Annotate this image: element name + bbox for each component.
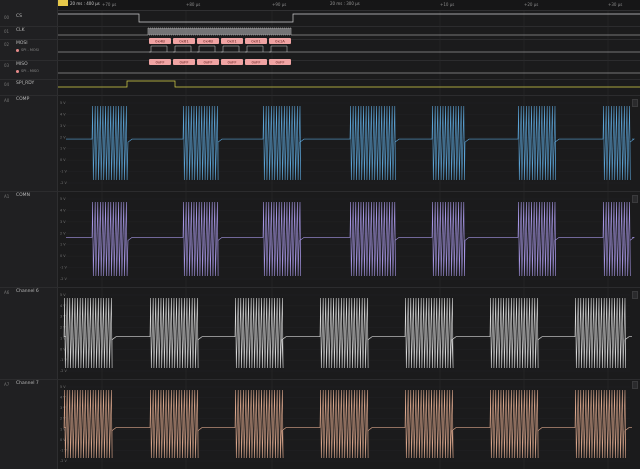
analog-scale-label: 4 V bbox=[60, 304, 66, 308]
mosi-byte-label: 0x61 bbox=[179, 39, 189, 44]
analog-scale-label: 3 V bbox=[60, 124, 66, 128]
cs-trace bbox=[58, 13, 640, 23]
comn-waveform bbox=[66, 201, 635, 277]
comp-waveform bbox=[66, 105, 635, 181]
mosi-byte-label: 0x4B bbox=[155, 39, 165, 44]
ch6-scale-button[interactable] bbox=[632, 291, 638, 299]
mosi-bit-pulse bbox=[149, 45, 168, 53]
analog-scale-label: 0 V bbox=[60, 158, 66, 162]
waveform-plot-area[interactable]: 0x4B 0x61 0x4B 0x01 0x01 0x1A 0xFF 0xFF 0xFF 0xFF… bbox=[0, 0, 640, 469]
mosi-bit-pulse bbox=[197, 45, 216, 53]
comn-scale-button[interactable] bbox=[632, 195, 638, 203]
mosi-byte-label: 0x4B bbox=[203, 39, 213, 44]
analog-scale-label: 5 V bbox=[60, 385, 66, 389]
analog-scale-label: 2 V bbox=[60, 135, 66, 139]
analog-scale-label: 0 V bbox=[60, 254, 66, 258]
mosi-bit-pulse bbox=[221, 45, 240, 53]
miso-byte-label: 0xFF bbox=[203, 60, 212, 65]
analog-scale-label: 2 V bbox=[60, 231, 66, 235]
analog-scale-label: 5 V bbox=[60, 293, 66, 297]
analog-scale-label: 2 V bbox=[60, 326, 66, 330]
ch7-scale-button[interactable] bbox=[632, 381, 638, 389]
miso-byte-label: 0xFF bbox=[179, 60, 188, 65]
miso-byte-label: 0xFF bbox=[227, 60, 236, 65]
analog-scale-label: 1 V bbox=[60, 147, 66, 151]
mosi-byte-label: 0x01 bbox=[227, 39, 237, 44]
analog-scale-label: 5 V bbox=[60, 101, 66, 105]
spi-rdy-trace bbox=[58, 80, 640, 88]
analog-scale-label: 1 V bbox=[60, 243, 66, 247]
analog-scale-label: 3 V bbox=[60, 315, 66, 319]
clk-trace bbox=[58, 27, 640, 36]
miso-byte-label: 0xFF bbox=[275, 60, 284, 65]
mosi-byte-label: 0x1A bbox=[275, 39, 285, 44]
miso-byte-label: 0xFF bbox=[251, 60, 260, 65]
miso-byte-label: 0xFF bbox=[155, 60, 164, 65]
analog-scale-label: 4 V bbox=[60, 112, 66, 116]
comp-scale-button[interactable] bbox=[632, 99, 638, 107]
mosi-byte-label: 0x01 bbox=[251, 39, 261, 44]
mosi-bit-pulse bbox=[173, 45, 192, 53]
analog-scale-label: 4 V bbox=[60, 208, 66, 212]
ch6-waveform bbox=[63, 297, 632, 369]
ch7-waveform bbox=[63, 389, 632, 459]
analog-scale-label: 4 V bbox=[60, 396, 66, 400]
analog-scale-label: 2 V bbox=[60, 417, 66, 421]
mosi-bit-pulse bbox=[245, 45, 264, 53]
analog-scale-label: 3 V bbox=[60, 220, 66, 224]
analog-scale-label: 3 V bbox=[60, 406, 66, 410]
analog-scale-label: 5 V bbox=[60, 197, 66, 201]
